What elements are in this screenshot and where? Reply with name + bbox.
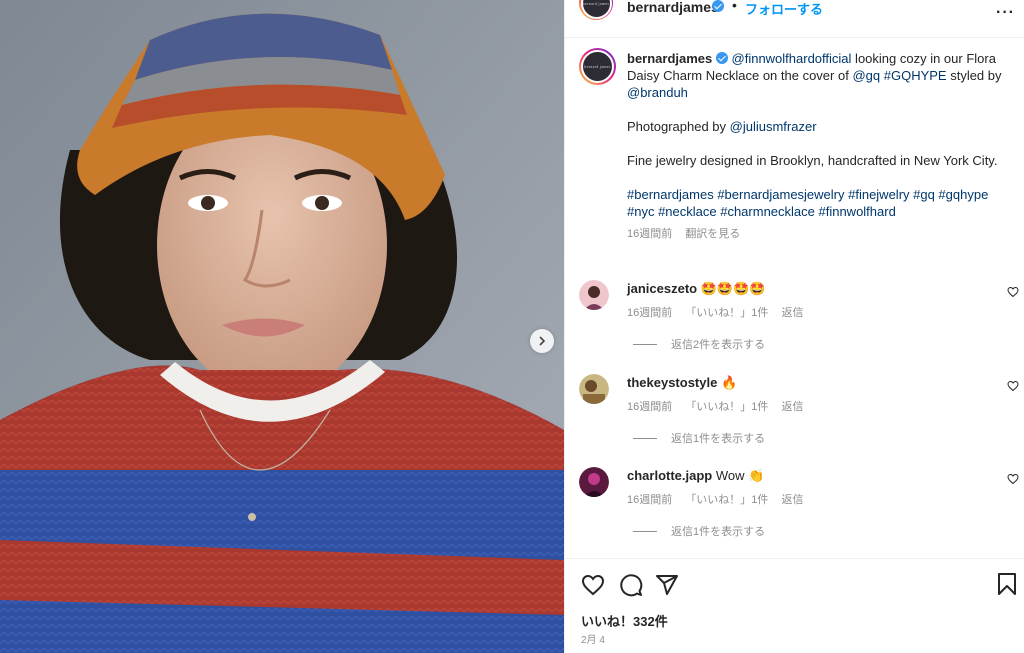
likes-count[interactable]: いいね！332件 [581, 611, 668, 630]
comment-text: 🔥 [720, 375, 738, 390]
commenter-username[interactable]: charlotte.japp [627, 468, 712, 483]
caption-text: styled by [946, 68, 1002, 83]
comment-line: janiceszeto 🤩🤩🤩🤩 [627, 281, 765, 297]
caption-body: bernardjames @finnwolfhardofficial looki… [627, 50, 1007, 243]
comment-timestamp[interactable]: 16週間前 [627, 307, 672, 319]
commenter-avatar[interactable] [579, 467, 609, 497]
mention-link[interactable]: @gq [852, 68, 880, 83]
post-date[interactable]: 2月 4 [581, 631, 605, 646]
follow-button[interactable]: フォローする [745, 0, 823, 18]
avatar-image [579, 467, 609, 497]
avatar-logo-text: bernard james [582, 0, 610, 6]
commenter-avatar[interactable] [579, 280, 609, 310]
mention-link[interactable]: @branduh [627, 85, 688, 100]
mention-link[interactable]: @juliusmfrazer [730, 119, 817, 134]
post-actions: いいね！332件 2月 4 [565, 558, 1024, 653]
post-photo[interactable] [0, 0, 564, 653]
commenter-avatar[interactable] [579, 374, 609, 404]
comment-line: charlotte.japp Wow 👏 [627, 468, 764, 484]
comment-item: thekeystostyle 🔥 16週間前 「いいね！」1件 返信 返信1件を… [579, 374, 1019, 464]
comment-likes[interactable]: 「いいね！」1件 [685, 307, 768, 319]
view-replies-button[interactable]: 返信1件を表示する [633, 430, 765, 446]
caption-meta: 16週間前 翻訳を見る [627, 226, 1007, 243]
comment-line: thekeystostyle 🔥 [627, 375, 737, 391]
heart-icon[interactable] [581, 573, 605, 597]
comment-text: Wow 👏 [715, 468, 765, 483]
author-avatar[interactable]: bernard james [579, 0, 613, 20]
author-username[interactable]: bernardjames [627, 0, 719, 15]
comment-likes[interactable]: 「いいね！」1件 [685, 494, 768, 506]
comment-meta: 16週間前 「いいね！」1件 返信 [627, 304, 814, 320]
reply-button[interactable]: 返信 [782, 307, 804, 319]
separator-dot: • [732, 0, 737, 13]
view-replies-label: 返信1件を表示する [671, 526, 766, 538]
verified-icon [715, 52, 728, 64]
mention-link[interactable]: @finnwolfhardofficial [732, 51, 852, 66]
next-photo-button[interactable] [530, 329, 554, 353]
comment-icon[interactable] [619, 573, 643, 597]
avatar-logo-text: bernard james [584, 64, 611, 69]
heart-icon[interactable] [1007, 473, 1019, 485]
hashtag-link[interactable]: #GQHYPE [884, 68, 947, 83]
comment-item: janiceszeto 🤩🤩🤩🤩 16週間前 「いいね！」1件 返信 返信2件を… [579, 280, 1019, 370]
more-icon[interactable]: ··· [996, 4, 1015, 22]
photo-credit-text: Photographed by [627, 119, 730, 134]
heart-icon[interactable] [1007, 286, 1019, 298]
commenter-username[interactable]: janiceszeto [627, 281, 697, 296]
post-sidebar: bernard james bernardjames • フォローする ··· … [564, 0, 1024, 653]
caption-description: Fine jewelry designed in Brooklyn, handc… [627, 153, 998, 168]
comment-item: charlotte.japp Wow 👏 16週間前 「いいね！」1件 返信 返… [579, 467, 1019, 557]
post-view: bernard james bernardjames • フォローする ··· … [0, 0, 1024, 653]
view-replies-button[interactable]: 返信1件を表示する [633, 523, 765, 539]
avatar-image [579, 374, 609, 404]
share-icon[interactable] [655, 573, 679, 597]
commenter-username[interactable]: thekeystostyle [627, 375, 717, 390]
avatar-image [579, 280, 609, 310]
hashtag-list[interactable]: #bernardjames #bernardjamesjewelry #fine… [627, 186, 1007, 220]
comment-likes[interactable]: 「いいね！」1件 [685, 401, 768, 413]
caption-username[interactable]: bernardjames [627, 51, 712, 66]
bookmark-icon[interactable] [997, 573, 1017, 595]
comment-meta: 16週間前 「いいね！」1件 返信 [627, 398, 814, 414]
reply-button[interactable]: 返信 [782, 494, 804, 506]
heart-icon[interactable] [1007, 380, 1019, 392]
view-replies-label: 返信1件を表示する [671, 433, 766, 445]
comment-timestamp[interactable]: 16週間前 [627, 494, 672, 506]
view-replies-button[interactable]: 返信2件を表示する [633, 336, 765, 352]
translate-button[interactable]: 翻訳を見る [685, 228, 740, 240]
caption-avatar[interactable]: bernard james [579, 48, 616, 85]
comment-text: 🤩🤩🤩🤩 [700, 281, 766, 296]
post-header: bernard james bernardjames • フォローする ··· [565, 0, 1024, 38]
verified-icon [712, 0, 724, 12]
comment-meta: 16週間前 「いいね！」1件 返信 [627, 491, 814, 507]
reply-button[interactable]: 返信 [782, 401, 804, 413]
view-replies-label: 返信2件を表示する [671, 339, 766, 351]
caption-timestamp[interactable]: 16週間前 [627, 228, 672, 240]
chevron-right-icon [539, 336, 546, 346]
comment-timestamp[interactable]: 16週間前 [627, 401, 672, 413]
portrait-image [0, 0, 564, 653]
